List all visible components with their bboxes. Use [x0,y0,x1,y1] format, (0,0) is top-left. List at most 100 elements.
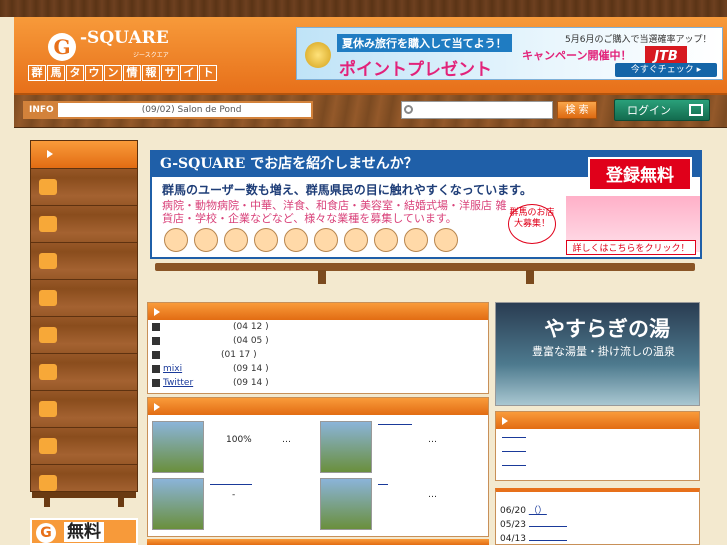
shop-thumbnail[interactable] [152,478,204,530]
news-item[interactable]: (01 17 ) [148,348,488,362]
sidebar-item-hot-spring[interactable] [31,205,137,242]
shop-thumbnail[interactable] [320,421,372,473]
face-icon [164,228,188,252]
sidebar-item-education[interactable] [31,316,137,353]
face-icon [224,228,248,252]
news-date: (09 14 ) [233,378,269,388]
house-icon [39,438,57,454]
tagline-char: 馬 [47,65,65,81]
tagline-char: タ [66,65,84,81]
news-item[interactable]: (04 12 ) [148,320,488,334]
shop-link[interactable] [378,484,388,485]
bullet-icon [152,365,160,373]
shop-description: - [232,490,236,500]
news-item[interactable]: Twitter (09 14 ) [148,376,488,390]
update-link[interactable]: （） [529,506,547,516]
right-panel-header [496,412,699,429]
right-link[interactable] [496,429,699,443]
promo-click-link[interactable]: 詳しくはこちらをクリック！ [566,240,696,255]
sidebar-item-housing[interactable] [31,427,137,464]
pencil-icon [39,327,57,343]
shop-description: 100% [226,435,252,445]
tagline-char: ト [199,65,217,81]
onsen-title: やすらぎの湯 [544,316,670,341]
shop-link[interactable] [210,484,252,485]
face-icon [194,228,218,252]
shop-panel-header [148,398,488,415]
news-title[interactable] [163,334,233,348]
news-item[interactable]: (04 05 ) [148,334,488,348]
search-button[interactable]: 検 索 [557,101,597,119]
tagline-char: ン [104,65,122,81]
onsen-banner[interactable]: やすらぎの湯 豊富な湯量・掛け流しの温泉 [495,302,700,406]
news-date: (09 14 ) [233,364,269,374]
bullet-icon [152,351,160,359]
login-door-icon [689,104,703,116]
news-date: (04 12 ) [233,322,269,332]
free-registration-badge[interactable]: G 無料 [30,518,138,545]
shopping-bag-icon [39,253,57,269]
search-input[interactable] [401,101,553,119]
logo-subtitle: ジースクエア [133,52,169,59]
face-icon [374,228,398,252]
news-title[interactable]: mixi [163,362,233,376]
news-panel-header [148,303,488,320]
news-date: (04 05 ) [233,336,269,346]
news-date: (01 17 ) [221,350,257,360]
ad-check-button[interactable]: 今すぐチェック ▸ [615,63,717,77]
info-label: INFO [25,103,58,117]
face-icon [404,228,428,252]
sidebar-item-beauty[interactable] [31,353,137,390]
right-link[interactable] [496,443,699,457]
logo-name: -SQUARE ジースクエア [80,29,169,65]
bullet-icon [152,337,160,345]
promo-free-badge: 登録無料 [588,157,692,191]
site-logo[interactable]: G -SQUARE ジースクエア [48,29,169,65]
promo-description: 群馬のユーザー数も増え、群馬県民の目に触れやすくなっています。 [162,183,532,197]
sidebar-item-shopping[interactable] [31,242,137,279]
news-title[interactable] [163,320,233,334]
right-link[interactable] [496,457,699,471]
ad-note: 5月6月のご購入で当選確率アップ！ [565,35,712,45]
sidebar-header[interactable] [31,141,137,168]
shop-thumbnail[interactable] [152,421,204,473]
arrow-icon [154,403,160,411]
search-icon [404,105,413,114]
sidebar-item-sports[interactable] [31,279,137,316]
ad-main-text: ポイントプレゼント [339,60,492,80]
board-legs [318,270,534,284]
food-icon [39,179,57,195]
update-row[interactable]: 04/13 [496,532,699,545]
jtb-campaign-banner[interactable]: 夏休み旅行を購入して当てよう！ ポイントプレゼント 5月6月のご購入で当選確率ア… [296,27,723,80]
shop-recruitment-banner[interactable]: G-SQUARE でお店を紹介しませんか？ 群馬のユーザー数も増え、群馬県民の目… [150,150,702,259]
update-link[interactable] [528,526,567,527]
tagline-char: サ [161,65,179,81]
bullet-icon [152,323,160,331]
update-row[interactable]: 05/23 [496,518,699,532]
face-icon [314,228,338,252]
shop-panel: 100% … … - … [147,397,489,537]
update-row[interactable]: 06/20 （） [496,504,699,518]
face-icon [434,228,458,252]
sidebar-item-pets[interactable] [31,390,137,427]
login-button[interactable]: ログイン [614,99,710,121]
site-header: G -SQUARE ジースクエア 群 馬 タ ウ ン 情 報 サ イ ト 夏休み… [14,17,727,95]
shop-link[interactable] [378,424,412,425]
update-link[interactable] [528,540,567,541]
tagline-char: 群 [28,65,46,81]
face-icon [344,228,368,252]
tagline-char: 報 [142,65,160,81]
news-title[interactable] [163,348,221,362]
news-title[interactable]: Twitter [163,376,233,390]
sidebar-item-food[interactable] [31,168,137,205]
next-panel-header [147,539,489,545]
update-date: 04/13 [500,534,526,544]
shop-thumbnail[interactable] [320,478,372,530]
news-item[interactable]: mixi (09 14 ) [148,362,488,376]
car-icon [39,475,57,491]
update-date: 06/20 [500,506,526,516]
info-ticker[interactable]: INFO (09/02) Salon de Pond [23,101,313,119]
face-icon [254,228,278,252]
info-ticker-text[interactable]: (09/02) Salon de Pond [142,105,242,115]
arrow-icon [154,308,160,316]
